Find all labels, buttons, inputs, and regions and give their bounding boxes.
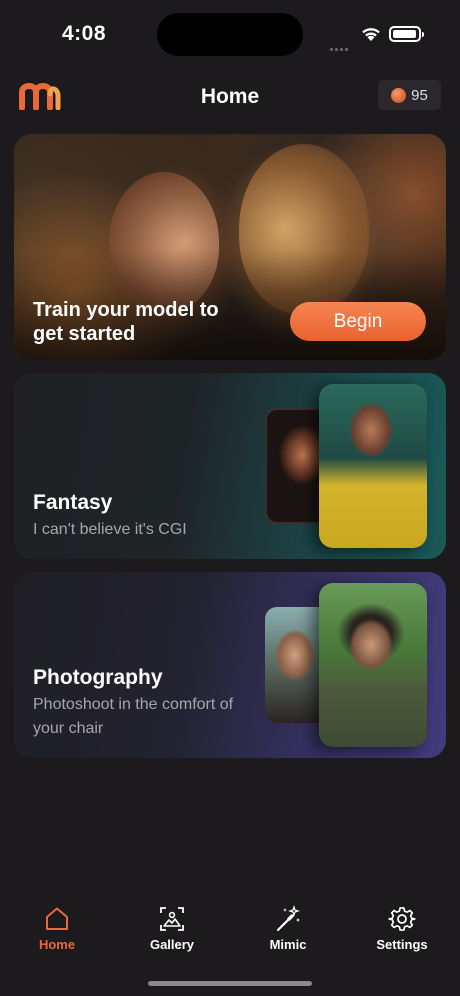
category-subtitle: I can't believe it's CGI — [33, 521, 187, 538]
tab-mimic[interactable]: Mimic — [243, 890, 333, 952]
wifi-icon — [362, 28, 380, 41]
magic-wand-icon — [276, 905, 300, 932]
app-header: Home 95 — [0, 70, 460, 122]
tab-home[interactable]: Home — [12, 890, 102, 952]
begin-button[interactable]: Begin — [290, 302, 426, 341]
fantasy-thumbnail-front — [319, 384, 427, 548]
coin-icon — [391, 87, 407, 103]
category-title: Photography — [33, 666, 163, 689]
tab-settings[interactable]: Settings — [357, 890, 447, 952]
status-time: 4:08 — [62, 22, 107, 45]
tab-label: Home — [38, 937, 76, 952]
category-title: Fantasy — [33, 491, 113, 514]
tab-label: Mimic — [269, 937, 307, 952]
dynamic-island — [157, 13, 303, 56]
photography-thumbnail-front — [319, 583, 427, 747]
tab-bar: Home Gallery Mimic Settings — [0, 890, 460, 970]
train-model-banner[interactable]: Train your model to get started Begin — [14, 134, 446, 360]
cellular-signal-icon — [330, 38, 352, 51]
tab-gallery[interactable]: Gallery — [127, 890, 217, 952]
credits-count: 95 — [411, 86, 428, 104]
gallery-icon — [160, 907, 184, 931]
category-card-fantasy[interactable]: Fantasy I can't believe it's CGI — [14, 373, 446, 559]
home-icon — [46, 907, 68, 930]
credits-badge[interactable]: 95 — [378, 80, 441, 110]
tab-label: Settings — [376, 937, 428, 952]
gear-icon — [388, 907, 416, 931]
category-subtitle: Photoshoot in the comfort of your chair — [33, 696, 234, 737]
hero-text: Train your model to get started — [33, 299, 219, 345]
tab-label: Gallery — [149, 937, 195, 952]
home-indicator — [148, 981, 312, 986]
battery-icon — [389, 26, 424, 42]
category-card-photography[interactable]: Photography Photoshoot in the comfort of… — [14, 572, 446, 758]
status-bar: 4:08 — [0, 0, 460, 70]
